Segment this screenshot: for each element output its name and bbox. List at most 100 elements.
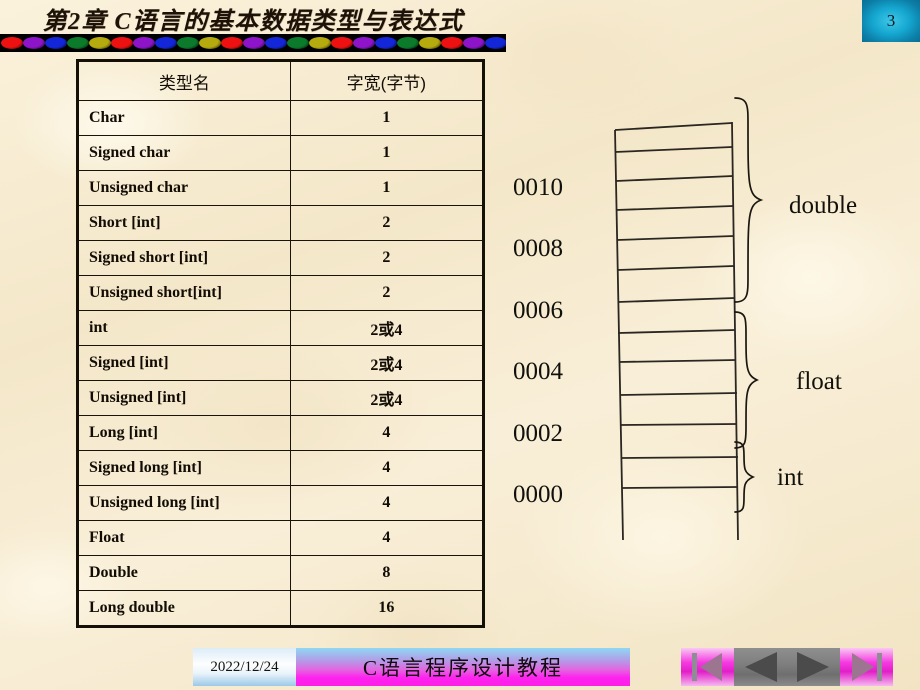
page-title: 第2章 C语言的基本数据类型与表达式 [42, 9, 464, 35]
bead-8 [177, 37, 199, 49]
cell-type-name: Unsigned short[int] [77, 275, 291, 311]
bead-1 [23, 37, 45, 49]
cell-line [616, 265, 735, 271]
bead-19 [419, 37, 441, 49]
cell-type-width: 4 [289, 415, 485, 451]
address-label-0010: 0010 [513, 174, 563, 201]
bead-13 [287, 37, 309, 49]
previous-slide-button[interactable] [734, 648, 787, 686]
page-number-badge: 3 [862, 0, 920, 42]
table-row: Signed [int] 2或4 [77, 345, 485, 381]
memory-left-edge [614, 129, 624, 541]
cell-type-width: 2 [289, 205, 485, 241]
title-band: 第2章 C语言的基本数据类型与表达式 [0, 0, 506, 36]
table-body: Char 1 Signed char 1 Unsigned char 1 Short [in… [77, 100, 485, 627]
next-slide-button[interactable] [787, 648, 840, 686]
cell-type-name: Float [77, 520, 291, 556]
address-label-0008: 0008 [513, 235, 563, 262]
bead-6 [133, 37, 155, 49]
cell-type-width: 2或4 [289, 310, 485, 346]
cell-type-name: Signed [int] [77, 345, 291, 381]
bead-20 [441, 37, 463, 49]
navigation-buttons [681, 648, 893, 686]
table-header-row: 类型名 字宽(字节) [77, 60, 485, 101]
table-row: Long [int] 4 [77, 415, 485, 451]
memory-layout-diagram: 0010 0008 0006 0004 0002 0000 double flo… [505, 90, 920, 550]
table-row: int 2或4 [77, 310, 485, 346]
type-label-float: float [796, 368, 842, 395]
table-row: Unsigned [int] 2或4 [77, 380, 485, 416]
cell-type-name: Signed short [int] [77, 240, 291, 276]
cell-type-width: 1 [289, 170, 485, 206]
last-slide-button[interactable] [840, 648, 893, 686]
page-number: 3 [886, 11, 896, 30]
bead-11 [243, 37, 265, 49]
table-row: Long double 16 [77, 590, 485, 627]
brace-double [734, 97, 764, 303]
footer-date: 2022/12/24 [193, 648, 296, 686]
cell-type-width: 2 [289, 240, 485, 276]
last-icon [852, 653, 882, 681]
table-row: Short [int] 2 [77, 205, 485, 241]
table-row: Double 8 [77, 555, 485, 591]
cell-type-width: 4 [289, 450, 485, 486]
address-label-0004: 0004 [513, 358, 563, 385]
cell-type-name: Unsigned long [int] [77, 485, 291, 521]
bead-14 [309, 37, 331, 49]
bead-4 [89, 37, 111, 49]
memory-right-edge [731, 121, 739, 541]
address-label-0006: 0006 [513, 297, 563, 324]
cell-type-name: Short [int] [77, 205, 291, 241]
previous-icon [745, 652, 777, 682]
cell-type-name: Long double [77, 590, 291, 627]
cell-type-width: 1 [289, 100, 485, 136]
footer-subtitle: C语言程序设计教程 [296, 648, 630, 686]
cell-type-width: 8 [289, 555, 485, 591]
cell-line-0008 [616, 235, 735, 241]
bead-0 [1, 37, 23, 49]
cell-type-width: 2 [289, 275, 485, 311]
brace-float [734, 311, 760, 449]
bead-3 [67, 37, 89, 49]
cell-line [614, 146, 733, 153]
table-row: Unsigned char 1 [77, 170, 485, 206]
cell-type-name: Unsigned [int] [77, 380, 291, 416]
type-label-double: double [789, 192, 858, 219]
data-type-table: 类型名 字宽(字节) Char 1 Signed char 1 Unsigned cha… [76, 59, 485, 628]
cell-line-0000 [621, 486, 739, 489]
first-slide-button[interactable] [681, 648, 734, 686]
table-row: Unsigned long [int] 4 [77, 485, 485, 521]
table-row: Signed short [int] 2 [77, 240, 485, 276]
address-label-0002: 0002 [513, 420, 563, 447]
cell-line-0006 [617, 297, 736, 303]
cell-type-width: 16 [289, 590, 485, 627]
bead-7 [155, 37, 177, 49]
bead-17 [375, 37, 397, 49]
cell-line-0010 [615, 175, 734, 182]
bead-15 [331, 37, 353, 49]
cell-line [619, 392, 738, 396]
cell-type-name: Long [int] [77, 415, 291, 451]
cell-line-0002 [619, 423, 738, 426]
cell-type-name: Double [77, 555, 291, 591]
cell-type-width: 1 [289, 135, 485, 171]
bead-22 [485, 37, 506, 49]
bead-18 [397, 37, 419, 49]
bead-5 [111, 37, 133, 49]
cell-type-width: 4 [289, 520, 485, 556]
cell-line-top [614, 122, 733, 131]
table-row: Char 1 [77, 100, 485, 136]
next-icon [797, 652, 829, 682]
decorative-bead-bar [0, 34, 506, 52]
brace-group [734, 97, 764, 513]
cell-type-name: Signed long [int] [77, 450, 291, 486]
memory-column [614, 121, 739, 541]
footer-bar: 2022/12/24 C语言程序设计教程 [193, 648, 630, 686]
slide-canvas: 第2章 C语言的基本数据类型与表达式 3 类型名 字宽(字节) Char 1 Sig… [0, 0, 920, 690]
bead-10 [221, 37, 243, 49]
cell-line [615, 205, 734, 211]
cell-type-width: 2或4 [289, 345, 485, 381]
cell-type-name: Signed char [77, 135, 291, 171]
bead-21 [463, 37, 485, 49]
memory-diagram-svg [614, 97, 764, 541]
